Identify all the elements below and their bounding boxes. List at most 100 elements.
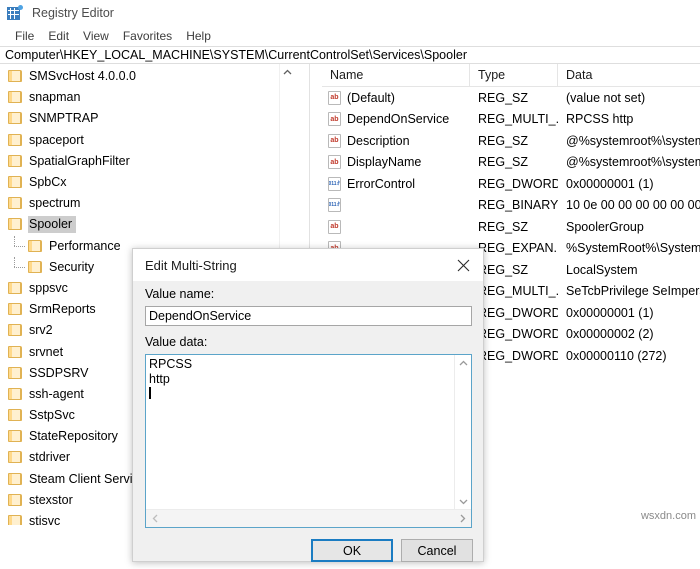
string-value-icon bbox=[328, 90, 341, 105]
string-value-icon bbox=[328, 133, 341, 148]
scroll-down-icon[interactable] bbox=[455, 494, 471, 510]
value-type-cell: REG_SZ bbox=[478, 90, 529, 105]
tree-item-label: SpbCx bbox=[29, 175, 67, 190]
dialog-titlebar: Edit Multi-String bbox=[133, 249, 483, 281]
textarea-vertical-scrollbar[interactable] bbox=[454, 355, 471, 510]
value-row[interactable]: DependOnService REG_MULTI_... RPCSS http bbox=[322, 109, 700, 131]
menu-item-view[interactable]: View bbox=[76, 28, 116, 44]
value-data-cell: @%systemroot%\system32 bbox=[566, 155, 700, 170]
tree-item[interactable]: SpbCx bbox=[0, 172, 295, 193]
tree-item-label: Spooler bbox=[28, 216, 77, 234]
value-row[interactable]: ErrorControl REG_DWORD 0x00000001 (1) bbox=[322, 173, 700, 195]
value-data-cell: LocalSystem bbox=[566, 262, 638, 277]
folder-icon bbox=[8, 493, 23, 507]
value-data-label: Value data: bbox=[145, 335, 208, 349]
tree-item[interactable]: Spooler bbox=[0, 214, 295, 235]
tree-item-label: snapman bbox=[29, 90, 81, 105]
tree-item-label: ssh-agent bbox=[29, 386, 84, 401]
dialog-body: Value name: Value data: RPCSShttp bbox=[133, 281, 483, 562]
folder-icon bbox=[8, 70, 23, 83]
tree-item-label: SSDPSRV bbox=[29, 365, 89, 380]
ok-button[interactable]: OK bbox=[311, 539, 393, 562]
value-name-cell: (Default) bbox=[322, 90, 470, 105]
value-type-cell: REG_MULTI_... bbox=[478, 112, 558, 127]
tree-item[interactable]: spectrum bbox=[0, 193, 295, 214]
value-name-cell: DisplayName bbox=[322, 155, 470, 170]
folder-icon bbox=[8, 366, 23, 380]
scroll-left-icon[interactable] bbox=[146, 510, 163, 527]
folder-icon bbox=[8, 112, 23, 125]
value-data-cell: (value not set) bbox=[566, 90, 646, 105]
value-type-cell: REG_SZ bbox=[478, 155, 529, 170]
folder-icon bbox=[8, 387, 23, 401]
value-type-cell: REG_SZ bbox=[478, 219, 529, 234]
column-header-name[interactable]: Name bbox=[322, 64, 470, 86]
menu-item-favorites[interactable]: Favorites bbox=[116, 28, 179, 44]
tree-item[interactable]: SMSvcHost 4.0.0.0 bbox=[0, 66, 295, 87]
value-row[interactable]: REG_BINARY 10 0e 00 00 00 00 00 00 00 bbox=[322, 195, 700, 217]
textarea-horizontal-scrollbar[interactable] bbox=[146, 509, 471, 527]
value-row[interactable]: DisplayName REG_SZ @%systemroot%\system32 bbox=[322, 152, 700, 174]
value-row[interactable]: Description REG_SZ @%systemroot%\system32 bbox=[322, 130, 700, 152]
tree-item[interactable]: spaceport bbox=[0, 130, 295, 151]
value-data-textarea[interactable]: RPCSS http bbox=[145, 354, 472, 528]
menu-item-help[interactable]: Help bbox=[179, 28, 218, 44]
value-data-cell: 0x00000001 (1) bbox=[566, 305, 654, 320]
scroll-right-icon[interactable] bbox=[454, 510, 471, 527]
string-value-icon bbox=[328, 112, 341, 127]
value-name-text: DisplayName bbox=[347, 155, 422, 170]
tree-item-label: sppsvc bbox=[29, 280, 68, 295]
menu-item-edit[interactable]: Edit bbox=[41, 28, 76, 44]
folder-icon bbox=[8, 154, 23, 168]
tree-item-label: SrmReports bbox=[29, 302, 96, 317]
tree-item[interactable]: SpatialGraphFilter bbox=[0, 151, 295, 172]
tree-item[interactable]: snapman bbox=[0, 87, 295, 108]
menubar: File Edit View Favorites Help bbox=[0, 26, 700, 46]
column-header-data[interactable]: Data bbox=[558, 64, 700, 86]
value-type-cell: REG_BINARY bbox=[478, 198, 558, 213]
string-value-icon bbox=[328, 219, 341, 234]
column-header-type[interactable]: Type bbox=[470, 64, 558, 86]
menu-item-file[interactable]: File bbox=[8, 28, 41, 44]
value-data-cell: 0x00000110 (272) bbox=[566, 348, 667, 363]
close-icon[interactable] bbox=[443, 249, 483, 281]
main-content: SMSvcHost 4.0.0.0 snapman SNMPTRAP spacepor… bbox=[0, 64, 700, 562]
folder-icon bbox=[8, 281, 23, 295]
value-data-content: RPCSS http bbox=[149, 357, 449, 401]
address-bar[interactable]: Computer\HKEY_LOCAL_MACHINE\SYSTEM\Curre… bbox=[0, 46, 700, 64]
value-row[interactable]: (Default) REG_SZ (value not set) bbox=[322, 87, 700, 109]
value-name-cell bbox=[322, 198, 470, 213]
value-name-cell: DependOnService bbox=[322, 112, 470, 127]
tree-item-label: Security bbox=[49, 259, 95, 274]
dialog-title: Edit Multi-String bbox=[145, 257, 237, 273]
folder-icon bbox=[8, 430, 23, 443]
value-data-cell: %SystemRoot%\System32 bbox=[566, 241, 700, 256]
value-name-text: Description bbox=[347, 133, 410, 148]
folder-icon bbox=[8, 515, 23, 525]
folder-icon bbox=[8, 176, 23, 189]
text-caret bbox=[149, 387, 151, 399]
tree-connector-line bbox=[14, 235, 15, 247]
value-name-text: DependOnService bbox=[347, 112, 450, 127]
value-name-cell: ErrorControl bbox=[322, 176, 470, 191]
folder-icon bbox=[28, 260, 43, 274]
folder-icon bbox=[8, 218, 23, 231]
value-data-cell: 10 0e 00 00 00 00 00 00 00 bbox=[566, 198, 700, 213]
folder-icon bbox=[28, 239, 43, 253]
tree-scroll-thumb[interactable] bbox=[281, 80, 294, 200]
tree-item[interactable]: SNMPTRAP bbox=[0, 108, 295, 129]
value-name-input[interactable] bbox=[145, 306, 472, 326]
tree-scroll-up-icon[interactable] bbox=[280, 64, 295, 80]
value-type-cell: REG_DWORD bbox=[478, 176, 558, 191]
folder-icon bbox=[8, 345, 23, 359]
string-value-icon bbox=[328, 155, 341, 170]
cancel-button[interactable]: Cancel bbox=[401, 539, 473, 562]
scroll-up-icon[interactable] bbox=[455, 355, 471, 371]
value-name-label: Value name: bbox=[145, 287, 215, 301]
tree-item-label: SNMPTRAP bbox=[29, 111, 99, 126]
value-data-cell: RPCSS http bbox=[566, 112, 634, 127]
folder-icon bbox=[8, 133, 23, 147]
tree-item-label: SMSvcHost 4.0.0.0 bbox=[29, 69, 136, 84]
value-row[interactable]: REG_SZ SpoolerGroup bbox=[322, 216, 700, 238]
tree-item-label: spaceport bbox=[29, 132, 84, 147]
